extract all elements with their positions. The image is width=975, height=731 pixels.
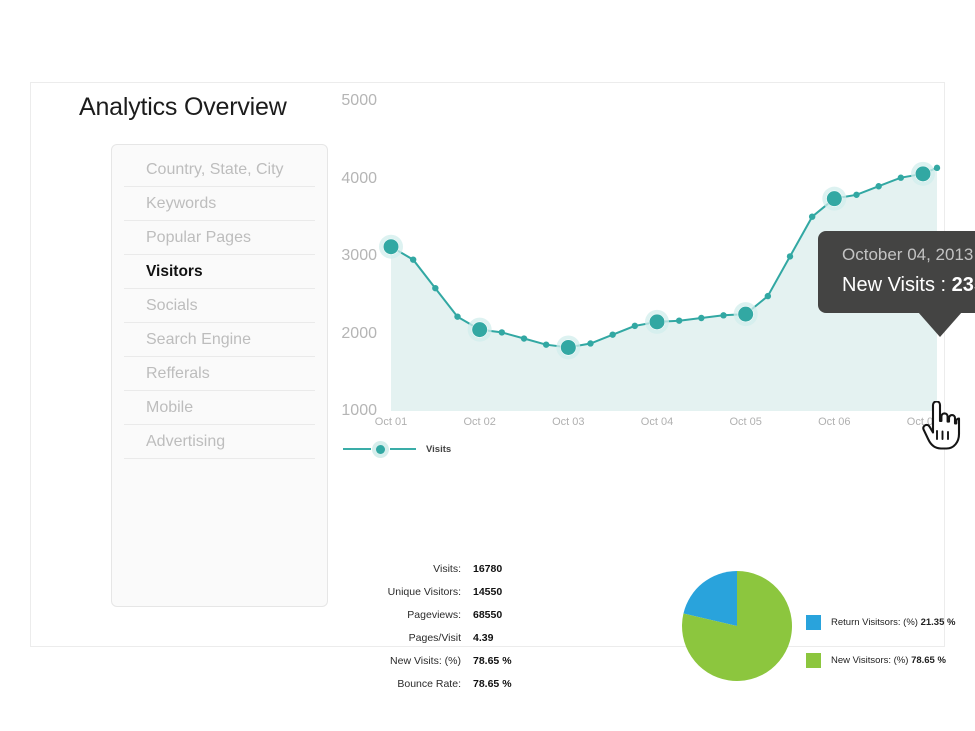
sidebar-item-country-state-city[interactable]: Country, State, City [124,153,315,187]
stat-label-pageviews: Pageviews: [407,609,461,621]
minor-point [454,313,461,320]
stat-value-unique-visitors: 14550 [473,586,503,598]
sidebar-item-socials[interactable]: Socials [124,289,315,323]
data-point [560,339,576,355]
stats-table: Visits: 16780 Unique Visitors: 14550 Pag… [366,563,566,701]
table-row: Unique Visitors: 14550 [366,586,566,609]
minor-point [498,329,506,336]
legend-label-visits: Visits [426,443,452,455]
minor-point [720,312,727,319]
minor-point [409,256,417,263]
minor-point [786,253,794,260]
tooltip-arrow [918,312,962,337]
pie-chart-legend: Return Visitsors: (%) 21.35 % New Visits… [806,603,955,679]
minor-point [808,213,816,220]
minor-point [675,317,683,324]
data-point [472,322,488,338]
hand-pointer-cursor [921,400,961,456]
y-axis-tick: 4000 [341,169,377,187]
table-row: Bounce Rate: 78.65 % [366,678,566,701]
sidebar-item-advertising[interactable]: Advertising [124,425,315,459]
sidebar-item-refferals[interactable]: Refferals [124,357,315,391]
legend-value-new-visitors: 78.65 % [911,654,946,666]
visitors-pie-chart [681,570,793,687]
stat-value-visits: 16780 [473,563,503,575]
stat-value-pageviews: 68550 [473,609,503,621]
legend-marker-icon [372,440,389,458]
minor-point [587,340,594,347]
page-title: Analytics Overview [79,93,287,121]
legend-label-return-visitors: Return Visitsors: (%) [831,616,918,628]
data-point [738,306,754,322]
data-point [383,239,399,255]
data-point [649,314,665,330]
stat-value-bounce-rate: 78.65 % [473,678,512,690]
stat-label-bounce-rate: Bounce Rate: [397,678,461,690]
tooltip-metric: New Visits : 2350 [818,274,975,297]
y-axis-tick: 3000 [341,247,377,264]
legend-line-right [390,448,416,450]
minor-point [875,183,882,190]
sidebar-nav-panel: Country, State, City Keywords Popular Pa… [111,144,328,607]
table-row: New Visits: (%) 78.65 % [366,655,566,678]
legend-swatch-new-visitors [806,652,821,668]
stat-value-pages-per-visit: 4.39 [473,632,494,644]
x-axis-tick: Oct 02 [463,416,496,428]
table-row: Pages/Visit 4.39 [366,632,566,655]
y-axis-tick: 2000 [341,324,377,342]
data-point [826,191,842,207]
minor-point [698,314,705,322]
stat-value-new-visits: 78.65 % [473,655,512,667]
pie-chart-svg [682,571,793,681]
legend-value-return-visitors: 21.35 % [920,616,956,628]
analytics-card: Analytics Overview Country, State, City … [30,82,975,690]
stat-label-unique-visitors: Unique Visitors: [387,586,461,598]
chart-x-axis: Oct 01 Oct 02 Oct 03 Oct 04 Oct 05 Oct 06 Oct … [375,416,941,436]
y-axis-tick: 1000 [341,402,377,419]
list-item: Return Visitsors: (%) 21.35 % [806,603,955,641]
table-row: Pageviews: 68550 [366,609,566,632]
minor-point [764,292,772,300]
x-axis-tick: Oct 01 [374,416,408,428]
minor-point [432,284,439,292]
sidebar-item-search-engine[interactable]: Search Engine [124,323,315,357]
chart-series-legend: Visits [343,440,452,458]
legend-text-new-visitors: New Visitsors: (%) 78.65 % [831,655,946,666]
legend-swatch-return-visitors [806,614,821,630]
table-row: Visits: 16780 [366,563,566,586]
minor-point [853,191,860,198]
stat-label-pages-per-visit: Pages/Visit [408,632,461,644]
minor-point [520,335,528,342]
legend-line-left [343,448,371,450]
sidebar-item-popular-pages[interactable]: Popular Pages [124,221,315,255]
x-axis-tick: Oct 04 [640,416,674,428]
x-axis-tick: Oct 06 [818,416,851,428]
minor-point [542,341,550,348]
minor-point [631,322,639,330]
sidebar-item-mobile[interactable]: Mobile [124,391,315,425]
list-item: New Visitsors: (%) 78.65 % [806,641,955,679]
minor-point [897,174,905,181]
stat-label-visits: Visits: [433,563,461,575]
sidebar-item-visitors[interactable]: Visitors [124,255,315,289]
legend-text-return-visitors: Return Visitsors: (%) 21.35 % [831,617,955,628]
stat-label-new-visits: New Visits: (%) [390,655,461,667]
y-axis-tick: 5000 [341,92,377,109]
tooltip-metric-value: 2350 [951,274,975,296]
minor-point [933,164,941,172]
tooltip-metric-label: New Visits : [842,274,947,296]
x-axis-tick: Oct 05 [729,416,762,428]
chart-y-axis: 1000 2000 3000 4000 5000 [331,83,377,419]
chart-tooltip: October 04, 2013 New Visits : 2350 [818,231,975,337]
legend-label-new-visitors: New Visitsors: (%) [831,654,909,666]
tooltip-date: October 04, 2013 [842,245,974,264]
data-point [915,166,931,182]
x-axis-tick: Oct 03 [552,416,585,428]
sidebar: Analytics Overview Country, State, City … [71,93,331,607]
minor-point [609,331,616,338]
sidebar-item-keywords[interactable]: Keywords [124,187,315,221]
